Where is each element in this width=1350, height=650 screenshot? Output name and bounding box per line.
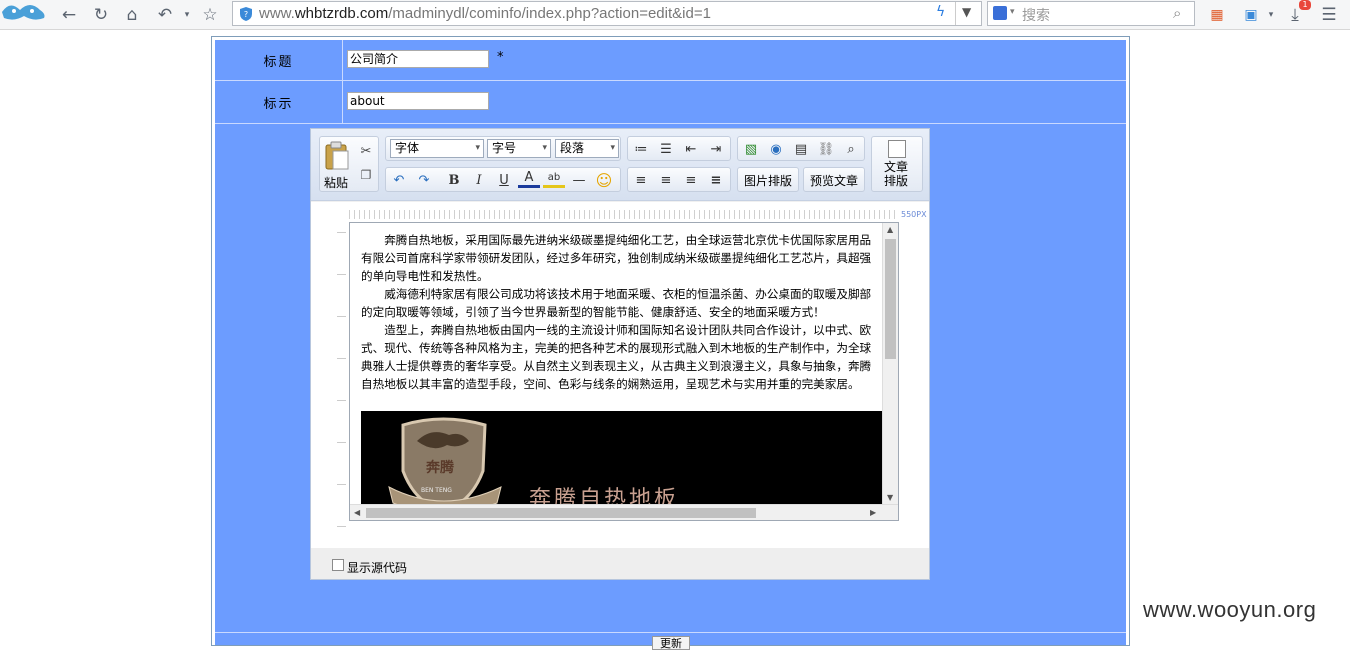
search-placeholder: 搜索 [1022, 8, 1050, 24]
title-input[interactable]: 公司简介 [347, 50, 489, 68]
article-layout-button[interactable]: 文章 排版 [871, 136, 923, 192]
security-shield-icon: ? [240, 7, 252, 21]
paragraph: 奔腾自热地板，采用国际最先进纳米级碳墨提纯细化工艺，由全球运营北京优卡优国际家居… [361, 233, 872, 283]
show-source-label: 显示源代码 [347, 561, 408, 575]
insert-link-icon[interactable]: ⛓ [815, 138, 837, 160]
reload-icon[interactable]: ↻ [90, 4, 112, 26]
screen-tool-icon[interactable]: ▣ [1240, 4, 1262, 26]
ruler-width-label: 550PX [901, 210, 927, 219]
align-group: ≡ ≡ ≡ ≡ [627, 167, 731, 192]
ordered-list-icon[interactable]: ≔ [630, 138, 652, 160]
document-body[interactable]: 奔腾自热地板，采用国际最先进纳米级碳墨提纯细化工艺，由全球运营北京优卡优国际家居… [349, 222, 899, 521]
show-source-checkbox[interactable] [332, 559, 344, 571]
horizontal-scrollbar[interactable]: ◀ ▶ [350, 504, 898, 520]
address-bar[interactable]: ? www.whbtzrdb.com/madminydl/cominfo/ind… [232, 1, 982, 26]
editor-content-area: 550PX 奔腾自热地板，采用国际最先进纳米级碳墨提纯细化工艺，由全球运营北京优… [311, 202, 929, 548]
rich-text-editor: 粘贴 ✂ ❐ 字体 字号 段落 ≔ ☰ ⇤ ⇥ ▧ ◉ [310, 128, 930, 580]
italic-icon[interactable]: I [468, 169, 490, 191]
undo-history-icon[interactable]: ↶ [154, 4, 176, 26]
tool-dropdown-icon[interactable]: ▾ [1260, 4, 1282, 26]
emoticon-icon[interactable]: ☺ [593, 169, 615, 191]
paragraph-select[interactable]: 段落 [555, 139, 619, 158]
submit-row: 更新 [215, 632, 1126, 650]
align-center-icon[interactable]: ≡ [655, 169, 677, 191]
bookmark-star-icon[interactable]: ☆ [199, 4, 221, 26]
unordered-list-icon[interactable]: ☰ [655, 138, 677, 160]
underline-icon[interactable]: U [493, 169, 515, 191]
download-badge: 1 [1299, 0, 1311, 10]
font-select[interactable]: 字体 [390, 139, 484, 158]
logo-text: 奔腾 [426, 460, 454, 476]
vertical-scrollbar[interactable]: ▲ ▼ [882, 223, 898, 506]
logo-subtext: BEN TENG [421, 487, 452, 494]
copy-icon[interactable]: ❐ [355, 164, 377, 186]
insert-group: ▧ ◉ ▤ ⛓ ⌕ [737, 136, 865, 161]
list-group: ≔ ☰ ⇤ ⇥ [627, 136, 731, 161]
tag-input[interactable]: about [347, 92, 489, 110]
align-left-icon[interactable]: ≡ [630, 169, 652, 191]
align-right-icon[interactable]: ≡ [680, 169, 702, 191]
outdent-icon[interactable]: ⇤ [680, 138, 702, 160]
preview-label: 预览文章 [809, 173, 858, 188]
redo-icon[interactable]: ↷ [413, 169, 435, 191]
insert-media-icon[interactable]: ◉ [765, 138, 787, 160]
search-box[interactable]: ▾ 搜索 ⌕ [987, 1, 1195, 26]
search-icon[interactable]: ⌕ [1173, 4, 1181, 22]
update-button[interactable]: 更新 [652, 636, 690, 650]
paste-icon[interactable] [324, 141, 350, 171]
undo-icon[interactable]: ↶ [388, 169, 410, 191]
url-dropdown-icon[interactable]: ▼ [962, 5, 971, 19]
cut-icon[interactable]: ✂ [355, 140, 377, 162]
indent-icon[interactable]: ⇥ [705, 138, 727, 160]
horizontal-ruler [349, 210, 899, 219]
tag-label: 标示 [215, 81, 343, 123]
highlight-color-icon[interactable]: ab [543, 169, 565, 188]
document-text[interactable]: 奔腾自热地板，采用国际最先进纳米级碳墨提纯细化工艺，由全球运营北京优卡优国际家居… [361, 231, 882, 393]
image-layout-button[interactable]: 图片排版 [737, 167, 799, 192]
history-dropdown-icon[interactable]: ▾ [176, 4, 198, 26]
bold-icon[interactable]: B [443, 169, 465, 191]
home-icon[interactable]: ⌂ [121, 4, 143, 26]
speed-mode-icon[interactable]: ϟ [936, 4, 945, 20]
vertical-ruler [337, 232, 346, 532]
tag-row: 标示 about [215, 81, 1126, 124]
size-select[interactable]: 字号 [487, 139, 551, 158]
paragraph: 造型上，奔腾自热地板由国内一线的主流设计师和国际知名设计团队共同合作设计，以中式… [361, 323, 872, 391]
insert-table-icon[interactable]: ▤ [790, 138, 812, 160]
article-layout-label-2: 排版 [884, 174, 909, 188]
vertical-scroll-thumb[interactable] [885, 239, 896, 359]
edit-form: 标题 公司简介 * 标示 about 粘贴 ✂ ❐ 字体 ▾ 字号 ▾ 段落 ▾… [215, 40, 1126, 650]
align-justify-icon[interactable]: ≡ [705, 169, 727, 191]
url-text: www.whbtzrdb.com/madminydl/cominfo/index… [259, 5, 711, 22]
menu-icon[interactable]: ☰ [1318, 4, 1340, 26]
clipboard-group: 粘贴 ✂ ❐ [319, 136, 379, 192]
title-label: 标题 [215, 40, 343, 80]
browser-toolbar: ← ↻ ⌂ ↶ ▾ ☆ ? www.whbtzrdb.com/madminydl… [0, 0, 1350, 30]
edit-form-frame: 标题 公司简介 * 标示 about 粘贴 ✂ ❐ 字体 ▾ 字号 ▾ 段落 ▾… [211, 36, 1130, 650]
preview-button[interactable]: 预览文章 [803, 167, 865, 192]
watermark: www.wooyun.org [1143, 597, 1317, 622]
brand-banner-image[interactable]: 奔腾 BEN TENG 奔腾自热地板 [361, 411, 882, 507]
insert-flash-icon[interactable]: ⌕ [840, 138, 862, 160]
font-color-icon[interactable]: A [518, 169, 540, 188]
title-row: 标题 公司简介 * [215, 40, 1126, 81]
browser-logo-icon [2, 5, 45, 20]
svg-text:?: ? [244, 10, 248, 19]
article-layout-label-1: 文章 [884, 160, 909, 174]
text-style-group: ↶ ↷ B I U A ab — ☺ [385, 167, 621, 192]
article-layout-icon [888, 140, 906, 158]
horizontal-rule-icon[interactable]: — [568, 169, 590, 191]
horizontal-scroll-thumb[interactable] [366, 508, 756, 518]
editor-toolbar: 粘贴 ✂ ❐ 字体 字号 段落 ≔ ☰ ⇤ ⇥ ▧ ◉ [311, 129, 929, 201]
image-layout-label: 图片排版 [743, 173, 792, 188]
format-select-group: 字体 字号 段落 [385, 136, 621, 161]
editor-footer: 显示源代码 [311, 548, 929, 579]
apps-icon[interactable]: ▦ [1206, 4, 1228, 26]
insert-image-icon[interactable]: ▧ [740, 138, 762, 160]
paragraph: 威海德利特家居有限公司成功将该技术用于地面采暖、衣柜的恒温杀菌、办公桌面的取暖及… [361, 287, 872, 319]
back-icon[interactable]: ← [58, 4, 80, 26]
required-mark: * [497, 50, 504, 65]
paste-label: 粘贴 [324, 176, 349, 190]
search-engine-icon[interactable] [993, 6, 1007, 20]
